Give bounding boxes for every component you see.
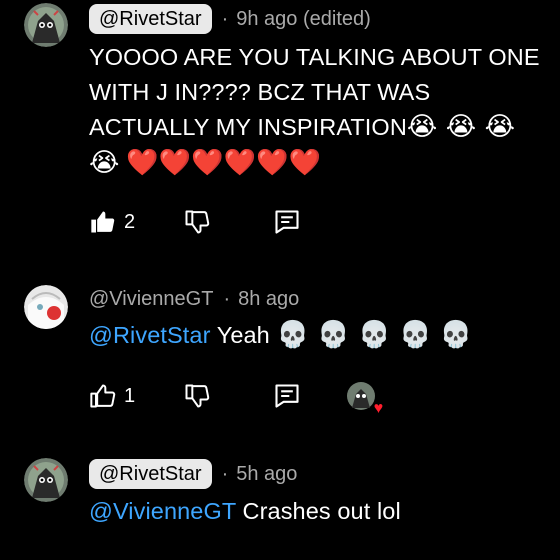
author-handle[interactable]: @RivetStar bbox=[89, 4, 212, 34]
like-count: 2 bbox=[124, 210, 136, 233]
reply-button[interactable] bbox=[273, 382, 301, 410]
reply-icon bbox=[275, 210, 299, 234]
like-icon bbox=[90, 384, 116, 408]
avatar[interactable] bbox=[24, 458, 68, 502]
dislike-icon bbox=[185, 210, 210, 234]
dislike-button[interactable] bbox=[183, 208, 211, 236]
comment-timestamp: · 5h ago bbox=[221, 462, 298, 485]
skull-emojis: 💀 💀 💀 💀 💀 bbox=[276, 320, 473, 350]
author-handle[interactable]: @RivetStar bbox=[89, 459, 212, 489]
comment-text: YOOOO ARE YOU TALKING ABOUT ONE WITH J I… bbox=[89, 44, 540, 178]
comment-text: @VivienneGT Crashes out lol bbox=[89, 498, 401, 524]
comment-timestamp: · 9h ago (edited) bbox=[221, 7, 371, 30]
mention-link[interactable]: @VivienneGT bbox=[89, 498, 236, 524]
like-count: 1 bbox=[124, 384, 136, 407]
creator-heart: ♥ bbox=[347, 382, 383, 417]
reply-button[interactable] bbox=[273, 208, 301, 236]
like-icon bbox=[91, 211, 115, 233]
heart-icon: ♥ bbox=[373, 400, 384, 417]
crying-emoji: 😭 bbox=[89, 148, 120, 178]
crying-emoji: 😭 😭 😭 bbox=[406, 112, 516, 142]
like-button[interactable]: 1 bbox=[89, 382, 135, 410]
dislike-button[interactable] bbox=[183, 382, 211, 410]
mention-link[interactable]: @RivetStar bbox=[89, 322, 211, 348]
comment-timestamp: · 8h ago bbox=[223, 287, 300, 310]
heart-emojis: ❤️❤️❤️❤️❤️❤️ bbox=[126, 147, 321, 177]
avatar[interactable] bbox=[24, 285, 68, 329]
dislike-icon bbox=[185, 384, 210, 408]
like-button[interactable]: 2 bbox=[89, 208, 135, 236]
author-handle[interactable]: @VivienneGT bbox=[89, 288, 213, 311]
creator-avatar: ♥ bbox=[347, 382, 383, 417]
comment-text: @RivetStar Yeah 💀 💀 💀 💀 💀 bbox=[89, 320, 473, 350]
avatar[interactable] bbox=[24, 3, 68, 47]
reply-icon bbox=[275, 384, 299, 408]
